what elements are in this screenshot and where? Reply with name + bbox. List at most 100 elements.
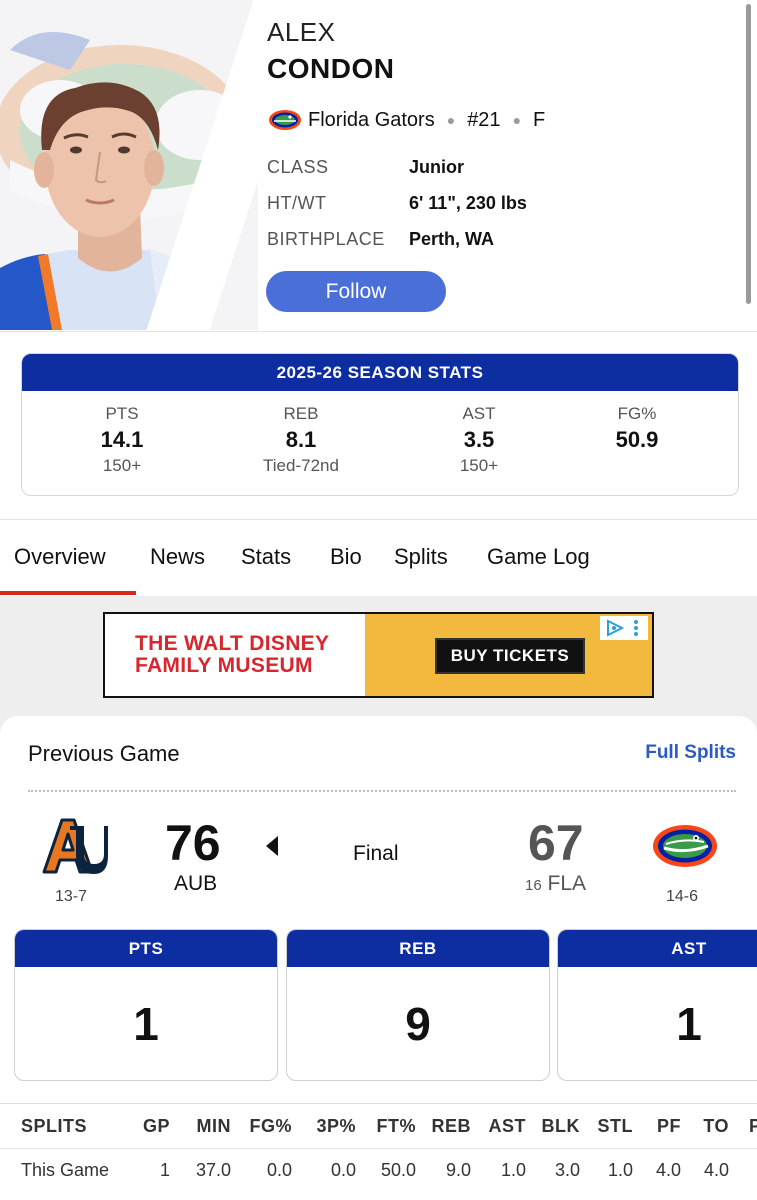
splits-header: REB — [431, 1116, 471, 1136]
separator-dot: ● — [512, 112, 522, 128]
game-stat-label: REB — [287, 930, 549, 967]
bio-row-birthplace: BIRTHPLACE Perth, WA — [267, 227, 494, 251]
stat-label: FG% — [617, 404, 657, 423]
player-first-name: ALEX — [267, 17, 336, 47]
splits-header: AST — [488, 1116, 526, 1136]
season-stat-ast: AST 3.5 150+ — [394, 404, 564, 476]
player-tabs: Overview News Stats Bio Splits Game Log — [0, 519, 757, 595]
ad-banner[interactable]: THE WALT DISNEY FAMILY MUSEUM BUY TICKET… — [103, 612, 654, 698]
ad-text: THE WALT DISNEY FAMILY MUSEUM — [105, 614, 367, 696]
game-stat-ast: AST 1 — [557, 929, 757, 1081]
tab-news[interactable]: News — [150, 544, 205, 570]
stat-value: 8.1 — [285, 427, 317, 452]
splits-cell: 50.0 — [380, 1160, 416, 1180]
player-last-name: CONDON — [267, 53, 395, 84]
splits-cell: 1 — [159, 1160, 170, 1180]
game-stat-value: 1 — [676, 997, 702, 1050]
separator-dot: ● — [446, 112, 456, 128]
stat-label: PTS — [105, 404, 139, 423]
splits-header: 3P% — [316, 1116, 356, 1136]
stat-value: 3.5 — [463, 427, 495, 452]
bio-value: Junior — [409, 156, 465, 177]
active-tab-indicator — [0, 591, 136, 595]
player-header: ALEX CONDON Florida Gators ● #21 ● F CLA… — [0, 0, 757, 332]
bio-label: HT/WT — [267, 192, 327, 213]
bio-label: BIRTHPLACE — [267, 228, 385, 249]
gators-logo-icon[interactable] — [652, 824, 718, 868]
season-stat-reb: REB 8.1 Tied-72nd — [216, 404, 386, 476]
stat-rank: Tied-72nd — [263, 456, 339, 475]
team-line: Florida Gators ● #21 ● F — [268, 107, 545, 133]
splits-header: MIN — [196, 1116, 231, 1136]
stat-value: 14.1 — [100, 427, 144, 452]
tab-bio[interactable]: Bio — [330, 544, 362, 570]
splits-cell: 9.0 — [445, 1160, 471, 1180]
tab-stats[interactable]: Stats — [241, 544, 291, 570]
team-name-link[interactable]: Florida Gators — [308, 109, 435, 132]
tab-overview[interactable]: Overview — [14, 544, 106, 570]
season-stat-pts: PTS 14.1 150+ — [37, 404, 207, 476]
adchoices-icon[interactable] — [600, 616, 648, 640]
stat-rank: 150+ — [102, 456, 142, 475]
auburn-logo-icon[interactable] — [40, 816, 108, 876]
home-abbr: FLA — [547, 872, 587, 895]
ad-line: FAMILY MUSEUM — [135, 654, 313, 677]
buy-tickets-button[interactable]: BUY TICKETS — [435, 638, 585, 674]
season-stats-card: 2025-26 SEASON STATS PTS 14.1 150+ REB 8… — [21, 353, 739, 496]
season-stat-fg: FG% 50.9 — [552, 404, 722, 456]
splits-cell: 0.0 — [266, 1160, 292, 1180]
splits-header: GP — [142, 1116, 170, 1136]
splits-header: P — [749, 1116, 757, 1136]
splits-header: PF — [656, 1116, 681, 1136]
game-stat-value: 9 — [405, 997, 431, 1050]
splits-cell: 37.0 — [195, 1160, 231, 1180]
game-stat-pts: PTS 1 — [14, 929, 278, 1081]
bio-label: CLASS — [267, 156, 329, 177]
bio-value: 6' 11", 230 lbs — [409, 192, 527, 213]
stat-value: 50.9 — [615, 427, 659, 452]
splits-cell: 4.0 — [703, 1160, 729, 1180]
home-record: 14-6 — [666, 888, 699, 905]
away-score: 76 — [165, 815, 221, 871]
player-headshot — [0, 0, 258, 330]
full-splits-link[interactable]: Full Splits — [645, 742, 736, 764]
splits-cell: 1.0 — [500, 1160, 526, 1180]
splits-header: STL — [597, 1116, 633, 1136]
tab-splits[interactable]: Splits — [394, 544, 448, 570]
follow-button[interactable]: Follow — [266, 271, 446, 312]
away-record: 13-7 — [55, 888, 88, 905]
tab-game-log[interactable]: Game Log — [487, 544, 590, 570]
player-position: F — [533, 108, 546, 131]
gators-logo-icon[interactable] — [268, 109, 302, 131]
stat-rank: 150+ — [459, 456, 499, 475]
home-abbr-line: 16 FLA — [525, 872, 586, 896]
game-stat-value: 1 — [133, 997, 159, 1050]
winner-arrow-icon — [266, 836, 278, 856]
splits-header: TO — [703, 1116, 729, 1136]
splits-cell: 1.0 — [607, 1160, 633, 1180]
divider — [0, 1148, 757, 1149]
splits-header: FG% — [249, 1116, 292, 1136]
game-stat-label: PTS — [15, 930, 277, 967]
bio-value: Perth, WA — [409, 228, 495, 249]
splits-header: BLK — [541, 1116, 580, 1136]
jersey-number: #21 — [467, 108, 501, 131]
home-rank: 16 — [525, 877, 542, 894]
bio-row-htwt: HT/WT 6' 11", 230 lbs — [267, 191, 527, 215]
splits-cell: 0.0 — [330, 1160, 356, 1180]
splits-table: SPLITS GP MIN FG% 3P% FT% REB AST BLK ST… — [0, 1103, 757, 1200]
stat-label: REB — [283, 404, 319, 423]
game-status: Final — [353, 842, 399, 865]
divider — [28, 790, 736, 792]
page-scrollbar[interactable] — [746, 4, 751, 304]
previous-game-title: Previous Game — [28, 741, 180, 766]
game-stat-label: AST — [558, 930, 757, 967]
bio-row-class: CLASS Junior — [267, 155, 464, 179]
splits-header: SPLITS — [21, 1116, 88, 1136]
away-abbr: AUB — [174, 872, 218, 895]
splits-cell: 3.0 — [554, 1160, 580, 1180]
splits-cell: This Game — [21, 1160, 110, 1180]
ad-line: THE WALT DISNEY — [135, 632, 330, 655]
home-score: 67 — [528, 815, 584, 871]
splits-header: FT% — [376, 1116, 416, 1136]
